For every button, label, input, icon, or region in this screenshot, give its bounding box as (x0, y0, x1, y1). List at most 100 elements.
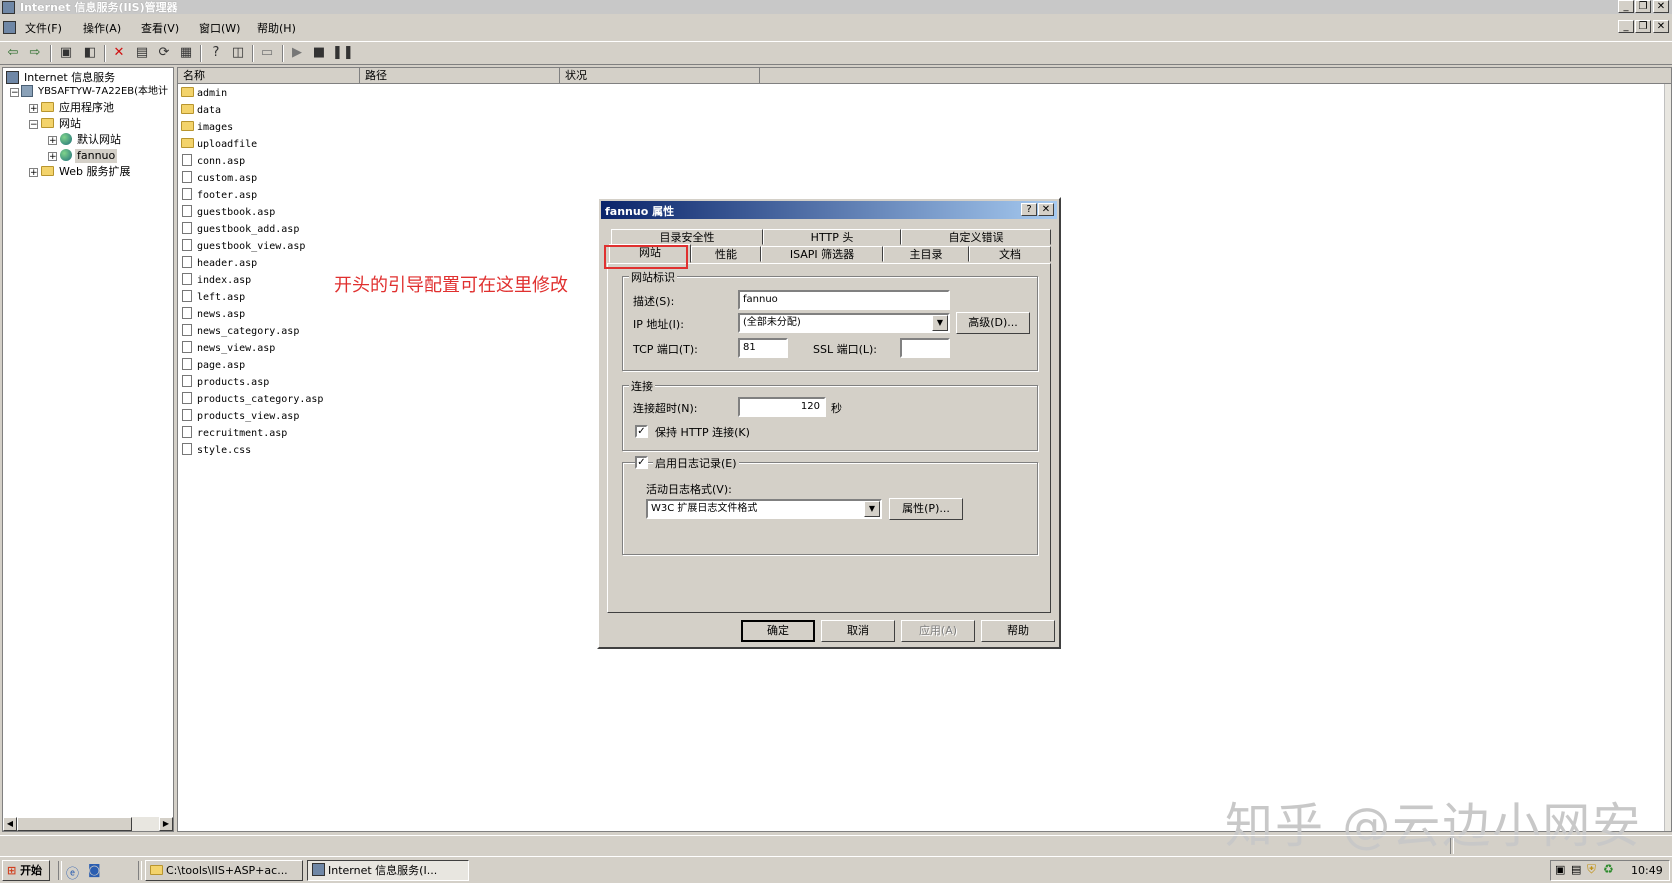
console-icon[interactable]: ◫ (229, 45, 247, 61)
start-button[interactable]: ⊞ 开始 (2, 860, 50, 881)
list-item[interactable]: images (181, 120, 233, 135)
tree-websites[interactable]: 网站 (41, 117, 81, 131)
list-item[interactable]: footer.asp (181, 188, 257, 203)
help-icon[interactable]: ? (207, 45, 225, 61)
list-item[interactable]: news.asp (181, 307, 245, 322)
volume-icon[interactable]: ▤ (1571, 863, 1581, 876)
list-item[interactable]: conn.asp (181, 154, 245, 169)
menu-view[interactable]: 查看(V) (141, 20, 179, 36)
chevron-down-icon[interactable]: ▼ (932, 315, 948, 331)
tab-http-headers[interactable]: HTTP 头 (763, 229, 901, 245)
list-item[interactable]: custom.asp (181, 171, 257, 186)
list-item[interactable]: recruitment.asp (181, 426, 287, 441)
show-tree-icon[interactable]: ◧ (81, 45, 99, 61)
forward-icon[interactable]: ⇨ (26, 45, 44, 61)
cancel-button[interactable]: 取消 (821, 620, 895, 642)
expand-icon[interactable]: + (29, 104, 38, 114)
tab-home-directory[interactable]: 主目录 (883, 246, 969, 262)
export-list-icon[interactable]: ▦ (177, 45, 195, 61)
list-item[interactable]: admin (181, 86, 227, 101)
tree-root[interactable]: Internet 信息服务 (6, 71, 115, 85)
list-item[interactable]: guestbook_view.asp (181, 239, 305, 254)
ssl-port-input[interactable] (900, 338, 950, 358)
tree-default-site[interactable]: 默认网站 (60, 133, 121, 147)
network-icon[interactable]: ▣ (1555, 863, 1565, 876)
start-icon[interactable]: ▶ (288, 45, 306, 61)
menu-window[interactable]: 窗口(W) (199, 20, 240, 36)
scroll-thumb[interactable] (17, 817, 132, 831)
description-input[interactable]: fannuo (738, 290, 950, 310)
security-shield-icon[interactable]: ⛨ (1587, 862, 1596, 877)
expand-icon[interactable]: + (48, 136, 57, 146)
column-header-path[interactable]: 路径 (360, 68, 560, 84)
menu-action[interactable]: 操作(A) (83, 20, 121, 36)
help-button[interactable]: 帮助 (981, 620, 1055, 642)
close-icon[interactable]: ✕ (1653, 0, 1669, 13)
connection-timeout-input[interactable]: 120 (738, 397, 826, 417)
tab-custom-errors[interactable]: 自定义错误 (901, 229, 1051, 245)
log-format-combo[interactable]: W3C 扩展日志文件格式 ▼ (646, 499, 882, 519)
column-header-name[interactable]: 名称 (178, 68, 360, 84)
scroll-right-icon[interactable]: ▶ (159, 817, 173, 831)
collapse-icon[interactable]: − (10, 88, 19, 98)
chevron-down-icon[interactable]: ▼ (864, 501, 880, 517)
scroll-left-icon[interactable]: ◀ (3, 817, 17, 831)
keepalive-checkbox[interactable]: ✓ (635, 425, 648, 438)
tab-directory-security[interactable]: 目录安全性 (611, 229, 763, 245)
restore-icon[interactable]: ❐ (1635, 0, 1651, 13)
expand-icon[interactable]: + (48, 152, 57, 162)
refresh-icon[interactable]: ⟳ (155, 45, 173, 61)
list-item[interactable]: page.asp (181, 358, 245, 373)
tab-documents[interactable]: 文档 (969, 246, 1051, 262)
tree-web-extensions[interactable]: Web 服务扩展 (41, 165, 130, 179)
expand-icon[interactable]: + (29, 168, 38, 178)
tab-isapi-filters[interactable]: ISAPI 筛选器 (761, 246, 883, 262)
apply-button[interactable]: 应用(A) (901, 620, 975, 642)
tcp-port-input[interactable]: 81 (738, 338, 788, 358)
tree-server[interactable]: YBSAFTYW-7A22EB(本地计 (21, 85, 168, 99)
list-item[interactable]: left.asp (181, 290, 245, 305)
properties-icon[interactable]: ▤ (133, 45, 151, 61)
ie-quicklaunch-icon[interactable]: ⓔ (66, 863, 79, 882)
ok-button[interactable]: 确定 (741, 620, 815, 642)
taskbar-item-iis[interactable]: Internet 信息服务(I... (307, 860, 469, 881)
pause-icon[interactable]: ❚❚ (332, 45, 354, 61)
list-item[interactable]: products_view.asp (181, 409, 299, 424)
tree-app-pools[interactable]: 应用程序池 (41, 101, 114, 115)
menu-file[interactable]: 文件(F) (25, 20, 62, 36)
tree-fannuo[interactable]: fannuo (60, 149, 118, 163)
collapse-icon[interactable]: − (29, 120, 38, 130)
list-item[interactable]: data (181, 103, 221, 118)
list-item[interactable]: products_category.asp (181, 392, 323, 407)
update-icon[interactable]: ♻ (1603, 862, 1614, 876)
enable-logging-checkbox[interactable]: ✓ (635, 456, 648, 469)
column-header-status[interactable]: 状况 (560, 68, 760, 84)
list-vertical-scrollbar[interactable] (1664, 84, 1671, 831)
tab-performance[interactable]: 性能 (691, 246, 761, 262)
list-item[interactable]: uploadfile (181, 137, 257, 152)
mdi-close-icon[interactable]: ✕ (1653, 20, 1669, 33)
delete-icon[interactable]: ✕ (110, 45, 128, 61)
dialog-help-icon[interactable]: ? (1021, 203, 1037, 216)
up-folder-icon[interactable]: ▣ (57, 45, 75, 61)
list-item[interactable]: header.asp (181, 256, 257, 271)
list-item[interactable]: news_view.asp (181, 341, 275, 356)
taskbar-item-explorer[interactable]: C:\tools\IIS+ASP+ac... (145, 860, 303, 881)
mdi-minimize-icon[interactable]: _ (1618, 20, 1634, 33)
list-item[interactable]: guestbook.asp (181, 205, 275, 220)
dialog-title-bar[interactable]: fannuo 属性 ? ✕ (601, 201, 1057, 219)
list-item[interactable]: guestbook_add.asp (181, 222, 299, 237)
log-properties-button[interactable]: 属性(P)... (889, 498, 963, 520)
advanced-button[interactable]: 高级(D)... (956, 312, 1030, 334)
tree-horizontal-scrollbar[interactable]: ◀ ▶ (3, 817, 173, 831)
stop-icon[interactable]: ■ (310, 45, 328, 61)
mdi-restore-icon[interactable]: ❐ (1635, 20, 1651, 33)
list-item[interactable]: style.css (181, 443, 251, 458)
list-item[interactable]: news_category.asp (181, 324, 299, 339)
ip-address-combo[interactable]: (全部未分配) ▼ (738, 313, 950, 333)
minimize-icon[interactable]: _ (1618, 0, 1634, 13)
menu-help[interactable]: 帮助(H) (257, 20, 296, 36)
list-item[interactable]: products.asp (181, 375, 269, 390)
computer-icon[interactable]: ▭ (258, 45, 276, 61)
dialog-close-icon[interactable]: ✕ (1038, 203, 1054, 216)
